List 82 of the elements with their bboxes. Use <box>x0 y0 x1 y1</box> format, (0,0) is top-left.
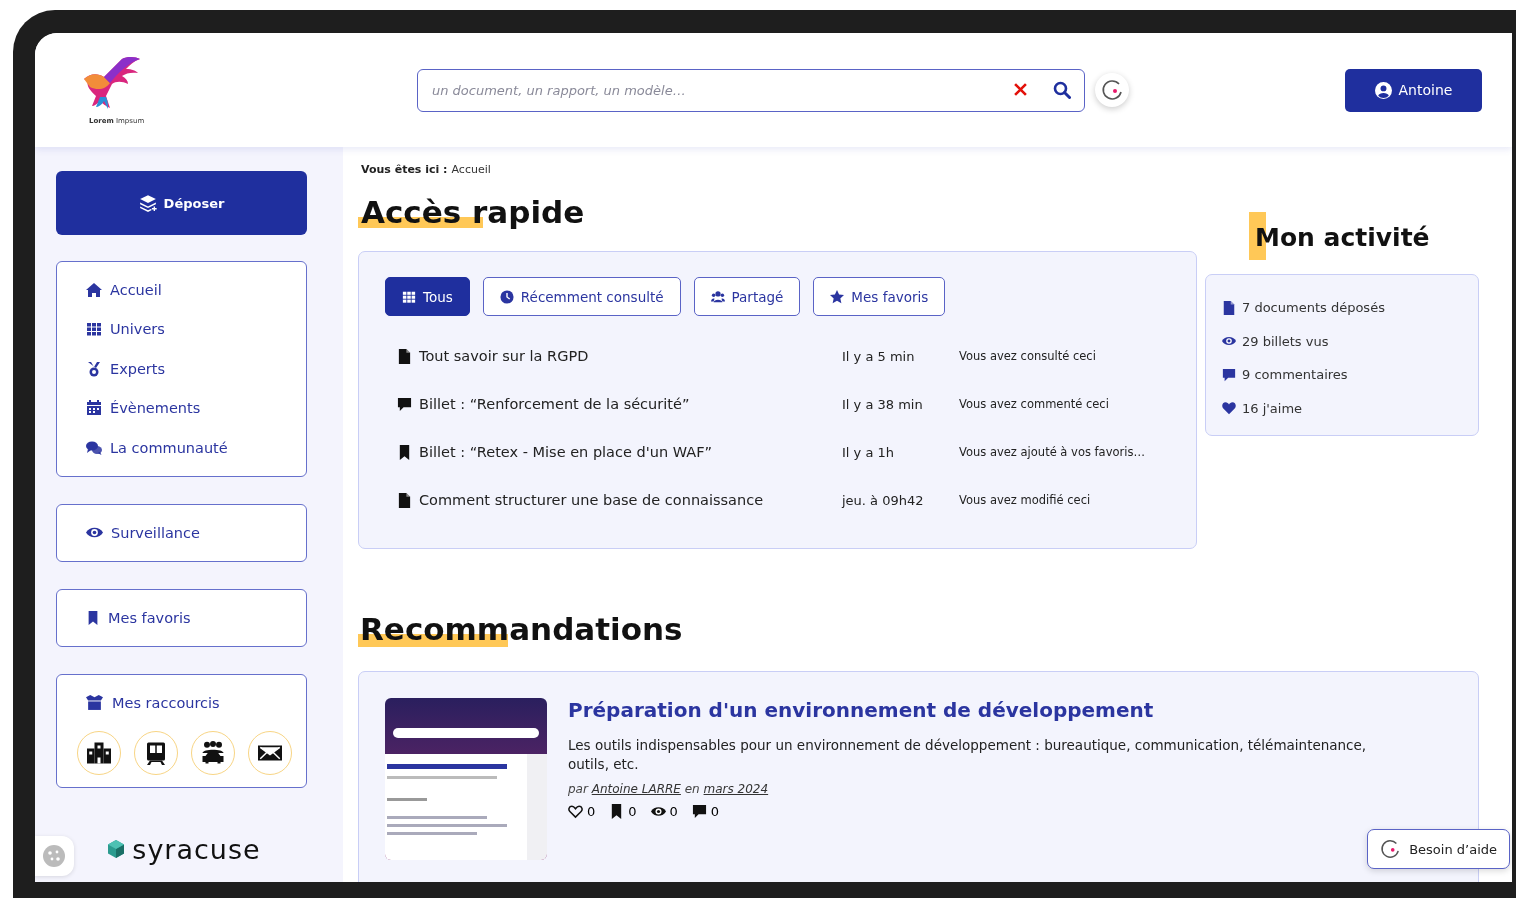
deposit-button[interactable]: Déposer <box>56 171 307 235</box>
byline-text: en <box>684 782 700 796</box>
close-icon[interactable] <box>1014 83 1027 96</box>
breadcrumb-link[interactable]: Accueil <box>451 163 491 176</box>
document-link[interactable]: Billet : “Retex - Mise en place d'un WAF” <box>419 444 712 460</box>
count-text: 0 <box>587 804 596 819</box>
brand-name: syracuse <box>132 833 261 865</box>
activity-text: 9 commentaires <box>1242 367 1348 383</box>
clock-icon <box>499 289 514 304</box>
heart-icon <box>568 804 583 819</box>
heart-icon <box>1222 401 1236 416</box>
filter-tab[interactable]: Partagé <box>693 277 801 316</box>
filter-tab[interactable]: Récemment consulté <box>482 277 681 316</box>
nav-link[interactable]: La communauté <box>86 428 306 468</box>
file-icon <box>397 492 412 508</box>
nav-link[interactable]: Mes favoris <box>86 597 191 638</box>
cube-logo-icon <box>106 839 127 859</box>
spinner-icon <box>1101 79 1123 101</box>
home-icon <box>86 281 102 298</box>
breadcrumb-label: Vous êtes ici : <box>361 163 448 176</box>
grid-icon <box>86 321 102 338</box>
shortcuts-title: Mes raccourcis <box>112 694 220 711</box>
date-link[interactable]: mars 2024 <box>703 782 769 796</box>
document-link[interactable]: Tout savoir sur la RGPD <box>419 348 589 364</box>
calendar-icon <box>86 400 102 417</box>
time-text: Il y a 1h <box>842 444 895 460</box>
filter-tab[interactable]: Tous <box>385 277 470 316</box>
user-icon <box>1374 81 1392 99</box>
count-text: 0 <box>628 804 637 819</box>
count-text: 0 <box>710 804 720 819</box>
comment-icon <box>1222 367 1236 382</box>
bookmark-icon <box>397 444 412 460</box>
search-field[interactable]: un document, un rapport, un modèle… <box>417 68 1085 112</box>
activity-text: 29 billets vus <box>1242 333 1329 349</box>
nav-link[interactable]: Experts <box>86 349 306 389</box>
time-text: jeu. à 09h42 <box>842 492 925 508</box>
count-text: 0 <box>669 804 678 819</box>
loader-button[interactable] <box>1095 73 1129 107</box>
action-text: Vous avez commenté ceci <box>959 397 1110 411</box>
time-text: Il y a 38 min <box>842 396 924 412</box>
users-icon <box>710 289 725 304</box>
nav-link[interactable]: Évènements <box>86 388 306 428</box>
search-icon[interactable] <box>1053 80 1071 99</box>
file-icon <box>1222 300 1236 315</box>
activity-text: 16 j'aime <box>1242 400 1303 416</box>
document-link[interactable]: Billet : “Renforcement de la sécurité” <box>419 396 690 412</box>
bookmark-icon <box>86 610 100 625</box>
byline-text: par <box>568 782 588 796</box>
recommendation-description: Les outils indispensables pour un environnement de développement : bureautique, communication, télémaintenance, outils, etc. <box>568 736 1368 774</box>
box-icon <box>86 694 103 711</box>
author-link[interactable]: Antoine LARRE <box>591 782 681 796</box>
nav-link[interactable]: Surveillance <box>86 512 200 553</box>
carpool-icon <box>201 740 225 765</box>
shortcut-button[interactable] <box>134 730 178 775</box>
comment-icon <box>397 396 412 412</box>
time-text: Il y a 5 min <box>842 348 916 364</box>
comment-icon <box>691 804 707 819</box>
spinner-icon <box>1380 839 1401 859</box>
shortcut-button[interactable] <box>77 730 121 775</box>
cookie-icon <box>42 844 66 868</box>
eye-icon <box>650 804 666 819</box>
layers-icon <box>138 194 157 212</box>
train-icon <box>144 740 168 765</box>
action-text: Vous avez consulté ceci <box>959 349 1097 363</box>
action-text: Vous avez modifié ceci <box>959 493 1092 507</box>
user-button[interactable]: Antoine <box>1345 68 1482 112</box>
help-button[interactable]: Besoin d’aide <box>1367 829 1510 869</box>
filter-tab[interactable]: Mes favoris <box>813 277 946 316</box>
building-icon <box>87 740 111 765</box>
chat-icon <box>86 439 102 456</box>
star-icon <box>830 289 845 304</box>
action-text: Vous avez ajouté à vos favoris… <box>959 445 1146 459</box>
recommendation-title[interactable]: Préparation d'un environnement de développement <box>568 698 1398 722</box>
shortcut-button[interactable] <box>191 730 235 775</box>
nav-link[interactable]: Univers <box>86 309 306 349</box>
grid-icon <box>402 289 416 304</box>
medal-icon <box>86 360 102 377</box>
file-icon <box>397 348 412 364</box>
shortcut-button[interactable] <box>248 730 292 775</box>
nav-link[interactable]: Accueil <box>86 270 306 310</box>
document-link[interactable]: Comment structurer une base de connaissance <box>419 492 764 508</box>
activity-text: 7 documents déposés <box>1242 300 1385 316</box>
